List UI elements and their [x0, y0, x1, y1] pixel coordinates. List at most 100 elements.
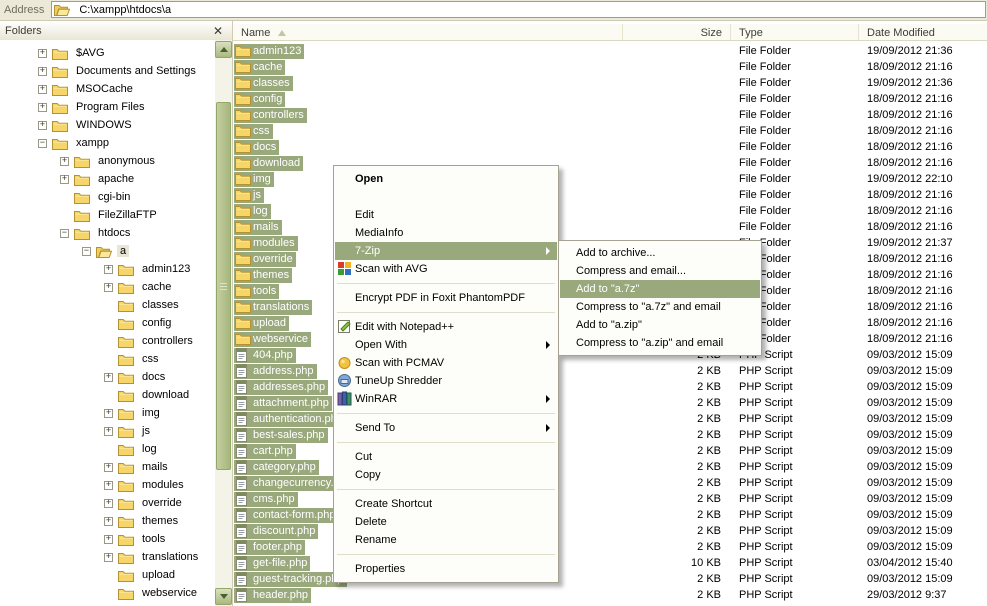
menu-item-cut[interactable]: Cut: [335, 448, 557, 466]
tree-item-windows[interactable]: +WINDOWS: [0, 116, 212, 134]
column-header-type[interactable]: Type: [731, 24, 859, 40]
tree-item-label[interactable]: log: [139, 443, 160, 455]
list-item-js[interactable]: js: [234, 188, 264, 203]
collapse-icon[interactable]: −: [60, 229, 69, 238]
list-item-docs[interactable]: docs: [234, 140, 279, 155]
tree-item-label[interactable]: htdocs: [95, 227, 133, 239]
menu-item-create-shortcut[interactable]: Create Shortcut: [335, 495, 557, 513]
tree-item-label[interactable]: cgi-bin: [95, 191, 133, 203]
expand-icon[interactable]: +: [104, 409, 113, 418]
list-item-override[interactable]: override: [234, 252, 296, 267]
menu-item-scan-with-avg[interactable]: Scan with AVG: [335, 260, 557, 278]
list-item-best-sales-php[interactable]: best-sales.php: [234, 428, 328, 443]
menu-item-send-to[interactable]: Send To: [335, 419, 557, 437]
menu-item-add-to-a-7z-[interactable]: Add to "a.7z": [560, 280, 760, 298]
tree-item-label[interactable]: translations: [139, 551, 201, 563]
tree-item-label[interactable]: docs: [139, 371, 168, 383]
menu-item-compress-and-email-[interactable]: Compress and email...: [560, 262, 760, 280]
menu-item-encrypt-pdf-in-foxit-phantompdf[interactable]: Encrypt PDF in Foxit PhantomPDF: [335, 289, 557, 307]
tree-item-img[interactable]: +img: [0, 404, 212, 422]
expand-icon[interactable]: +: [104, 517, 113, 526]
menu-item-tuneup-shredder[interactable]: TuneUp Shredder: [335, 372, 557, 390]
tree-item-label[interactable]: xampp: [73, 137, 112, 149]
menu-item-open-with[interactable]: Open With: [335, 336, 557, 354]
tree-item-label[interactable]: mails: [139, 461, 171, 473]
tree-item-label[interactable]: override: [139, 497, 185, 509]
menu-item-add-to-a-zip-[interactable]: Add to "a.zip": [560, 316, 760, 334]
menu-item-add-to-archive-[interactable]: Add to archive...: [560, 244, 760, 262]
menu-item-rename[interactable]: Rename: [335, 531, 557, 549]
list-item-config[interactable]: config: [234, 92, 285, 107]
menu-item-compress-to-a-7z-and-email[interactable]: Compress to "a.7z" and email: [560, 298, 760, 316]
address-input[interactable]: C:\xampp\htdocs\a: [51, 1, 986, 18]
list-item-upload[interactable]: upload: [234, 316, 289, 331]
list-item-authentication-php[interactable]: authentication.php: [234, 412, 346, 427]
expand-icon[interactable]: +: [60, 175, 69, 184]
expand-icon[interactable]: +: [104, 535, 113, 544]
list-item-mails[interactable]: mails: [234, 220, 282, 235]
tree-item-label[interactable]: controllers: [139, 335, 196, 347]
list-item-download[interactable]: download: [234, 156, 303, 171]
list-item-classes[interactable]: classes: [234, 76, 293, 91]
tree-item-label[interactable]: Documents and Settings: [73, 65, 199, 77]
tree-item-override[interactable]: +override: [0, 494, 212, 512]
expand-icon[interactable]: +: [104, 283, 113, 292]
tree-item-webservice[interactable]: webservice: [0, 584, 212, 602]
scroll-down-icon[interactable]: [215, 588, 232, 605]
menu-item-edit-with-notepad-[interactable]: Edit with Notepad++: [335, 318, 557, 336]
tree-item-label[interactable]: MSOCache: [73, 83, 136, 95]
list-item-cache[interactable]: cache: [234, 60, 285, 75]
expand-icon[interactable]: +: [104, 553, 113, 562]
tree-item-filezillaftp[interactable]: FileZillaFTP: [0, 206, 212, 224]
expand-icon[interactable]: +: [38, 103, 47, 112]
tree-item-msocache[interactable]: + MSOCache: [0, 80, 212, 98]
tree-item-download[interactable]: download: [0, 386, 212, 404]
menu-item-mediainfo[interactable]: MediaInfo: [335, 224, 557, 242]
column-header-date-modified[interactable]: Date Modified: [859, 24, 987, 40]
tree-item-classes[interactable]: classes: [0, 296, 212, 314]
tree-item-admin123[interactable]: + admin123: [0, 260, 212, 278]
tree-item-label[interactable]: css: [139, 353, 162, 365]
tree-item-documents-and-settings[interactable]: + Documents and Settings: [0, 62, 212, 80]
tree-item-label[interactable]: admin123: [139, 263, 193, 275]
expand-icon[interactable]: +: [38, 85, 47, 94]
tree-item-modules[interactable]: +modules: [0, 476, 212, 494]
expand-icon[interactable]: +: [104, 265, 113, 274]
list-item-addresses-php[interactable]: addresses.php: [234, 380, 328, 395]
tree-item-label[interactable]: Program Files: [73, 101, 147, 113]
list-item-cms-php[interactable]: cms.php: [234, 492, 298, 507]
scroll-up-icon[interactable]: [215, 41, 232, 58]
menu-item-edit[interactable]: Edit: [335, 206, 557, 224]
list-item-log[interactable]: log: [234, 204, 271, 219]
tree-item-label[interactable]: js: [139, 425, 153, 437]
list-item-contact-form-php[interactable]: contact-form.php: [234, 508, 339, 523]
list-item-header-php[interactable]: header.php: [234, 588, 311, 603]
expand-icon[interactable]: +: [104, 427, 113, 436]
menu-item-7-zip[interactable]: 7-Zip: [335, 242, 557, 260]
menu-item-open[interactable]: Open: [335, 170, 557, 188]
menu-item-compress-to-a-zip-and-email[interactable]: Compress to "a.zip" and email: [560, 334, 760, 352]
tree-item-label[interactable]: anonymous: [95, 155, 158, 167]
tree-item-tools[interactable]: + tools: [0, 530, 212, 548]
menu-item-winrar[interactable]: WinRAR: [335, 390, 557, 408]
expand-icon[interactable]: +: [38, 67, 47, 76]
tree-item-a[interactable]: −a: [0, 242, 212, 260]
tree-item-label[interactable]: FileZillaFTP: [95, 209, 160, 221]
expand-icon[interactable]: +: [60, 157, 69, 166]
list-item-admin123[interactable]: admin123: [234, 44, 304, 59]
close-icon[interactable]: ✕: [213, 26, 223, 36]
tree-item-controllers[interactable]: controllers: [0, 332, 212, 350]
tree-item-config[interactable]: config: [0, 314, 212, 332]
tree-item-upload[interactable]: upload: [0, 566, 212, 584]
tree-item-cgi-bin[interactable]: cgi-bin: [0, 188, 212, 206]
tree-item-docs[interactable]: +docs: [0, 368, 212, 386]
tree-item-htdocs[interactable]: − htdocs: [0, 224, 212, 242]
tree-item-label[interactable]: upload: [139, 569, 178, 581]
tree-item-log[interactable]: log: [0, 440, 212, 458]
tree-item-program-files[interactable]: + Program Files: [0, 98, 212, 116]
menu-item-scan-with-pcmav[interactable]: Scan with PCMAV: [335, 354, 557, 372]
list-item-footer-php[interactable]: footer.php: [234, 540, 305, 555]
tree-item-css[interactable]: css: [0, 350, 212, 368]
list-item-discount-php[interactable]: discount.php: [234, 524, 318, 539]
tree-item-label[interactable]: tools: [139, 533, 168, 545]
